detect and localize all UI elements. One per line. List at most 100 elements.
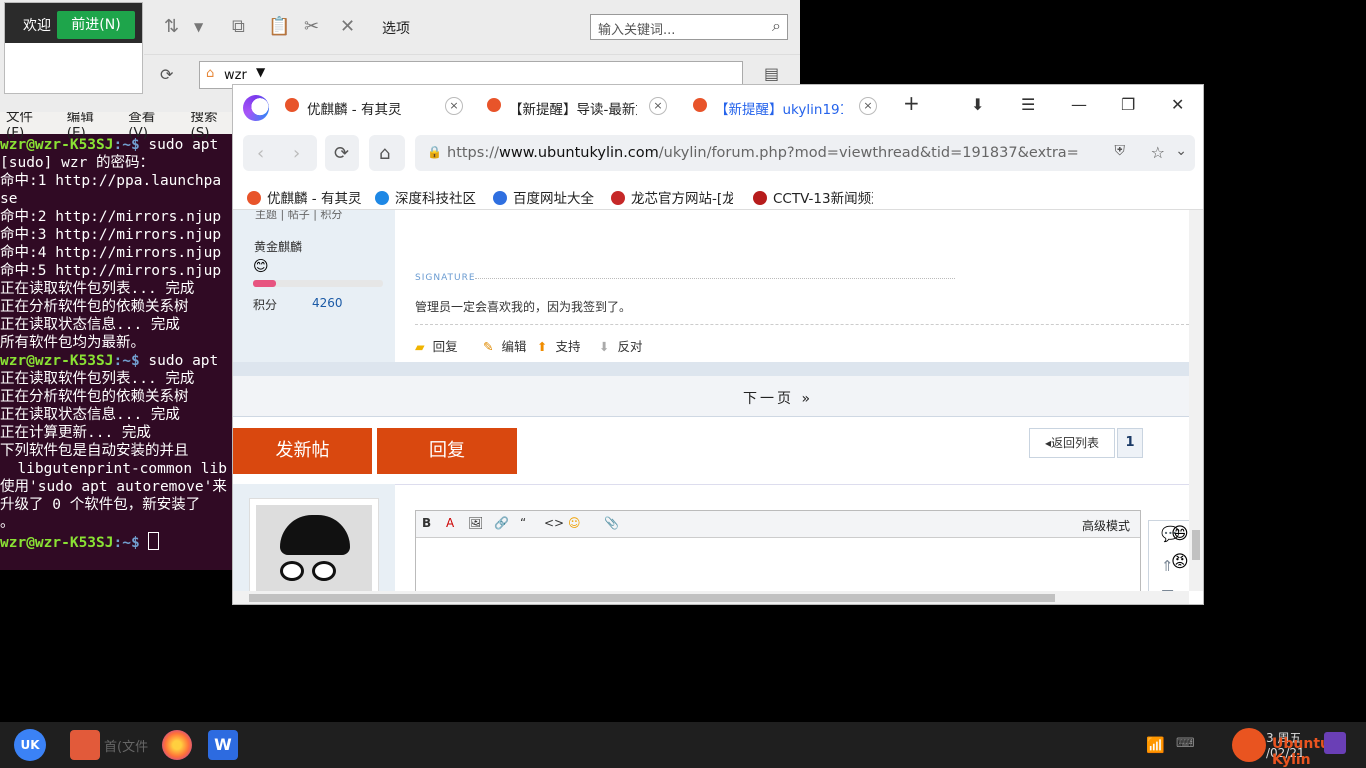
bold-icon[interactable]: B [422,516,431,530]
emoji-icon[interactable]: ☺ [568,516,581,530]
url-domain: www.ubuntukylin.com [498,145,659,161]
copy-icon[interactable]: ⧉ [232,16,245,37]
tab-ukylin-home[interactable]: 优麒麟 - 有其灵 × [279,91,469,127]
avatar-eye [312,561,336,581]
next-page-bar[interactable]: 下一页 » [233,376,1189,417]
vertical-scrollbar[interactable] [1189,210,1203,591]
terminal-output: wzr@wzr-K53SJ:~$ sudo apt [sudo] wzr 的密码：… [0,134,236,551]
address-text: wzr [224,68,247,83]
wifi-icon[interactable]: 📶 [1146,736,1165,754]
url-bar[interactable]: 🔒 https://www.ubuntukylin.com/ukylin/for… [415,135,1195,171]
link-icon[interactable]: 🔗 [494,516,509,530]
terminal-line: 命中:2 http://mirrors.njup [0,209,222,225]
angry-emoticon-icon[interactable]: 😡 [1171,552,1189,572]
window-close-icon[interactable]: ✕ [1171,95,1184,114]
smiley-emoticon-icon[interactable]: 😄 [1171,524,1189,544]
terminal-line: 正在读取软件包列表... 完成 [0,281,195,297]
arrow-up-icon: ⬆ [537,339,548,354]
forward-icon[interactable]: › [293,143,300,164]
tab-forum-guide[interactable]: 【新提醒】导读-最新文 × [481,91,673,127]
chevron-down-icon[interactable]: ⌄ [1175,143,1187,159]
minimize-icon[interactable]: — [1071,95,1087,114]
avatar[interactable] [249,498,379,591]
attachment-icon[interactable]: 📎 [604,516,619,530]
star-icon[interactable]: ☆ [1151,143,1165,162]
reply-editor[interactable]: B A 🖼 🔗 “ <> ☺ 📎 高级模式 [415,510,1141,591]
home-button[interactable]: ⌂ [369,135,405,171]
tab-title: 优麒麟 - 有其灵 [307,102,402,118]
scrollbar-thumb[interactable] [249,594,1055,602]
start-menu-button[interactable]: UK [14,729,46,761]
new-tab-button[interactable]: + [903,91,920,115]
level-progress-fill [253,280,277,287]
oppose-action[interactable]: ⬇ 反对 [599,336,643,355]
prompt-path: :~$ [113,353,140,369]
menu-icon[interactable]: ☰ [1021,95,1035,114]
next-page-link[interactable]: 下一页 » [743,388,813,408]
font-color-icon[interactable]: A [446,516,454,530]
horizontal-scrollbar[interactable] [233,591,1189,604]
actions-divider [415,324,1189,325]
sort-icon[interactable]: ⇅ [164,16,179,37]
image-icon[interactable]: 🖼 [468,516,483,530]
search-icon[interactable]: ⌕ [772,16,781,36]
page-number-current[interactable]: 1 [1117,428,1143,458]
terminal-window[interactable]: 文件(F) 编辑(E) 查看(V) 搜索(S) wzr@wzr-K53SJ:~$… [0,112,236,570]
bookmark-baidu[interactable]: 百度网址大全 [493,187,594,207]
download-icon[interactable]: ⬇ [971,95,984,114]
terminal-line: wzr@wzr-K53SJ:~$ [0,532,236,551]
refresh-icon[interactable]: ⟳ [160,65,173,84]
reply-button[interactable]: 回复 [377,428,517,474]
file-manager-toolbar: ⇅ ▼ ⧉ 📋 ✂ ✕ 选项 输入关键词... ⌕ [144,0,800,55]
chevron-down-icon[interactable]: ▼ [256,65,265,79]
ukylin-favicon-icon [487,98,501,112]
prompt-user: wzr@wzr-K53SJ [0,353,114,369]
avatar-eye [280,561,304,581]
reload-button[interactable]: ⟳ [325,135,359,171]
options-menu[interactable]: 选项 [382,18,410,38]
code-icon[interactable]: <> [544,516,564,530]
brand-label: Ubuntu Kylin [1272,736,1330,768]
restore-icon[interactable]: ❐ [1121,95,1135,114]
close-icon[interactable]: × [649,97,667,115]
back-icon[interactable]: ‹ [257,143,264,164]
show-desktop-icon[interactable] [1324,732,1346,754]
advanced-mode-link[interactable]: 高级模式 [1082,517,1130,534]
reply-action[interactable]: ▰ 回复 [415,336,458,355]
delete-icon[interactable]: ✕ [340,16,355,37]
support-action[interactable]: ⬆ 支持 [537,336,581,355]
pencil-icon: ✎ [483,339,494,354]
firefox-task-icon[interactable] [162,730,192,760]
points-value[interactable]: 4260 [312,296,343,310]
author-name[interactable]: 黄金麒麟 [254,238,302,255]
history-buttons: ‹ › [243,135,317,171]
new-post-button[interactable]: 发新帖 [233,428,372,474]
wps-task-icon[interactable]: W [208,730,238,760]
level-progress-bar [253,280,383,287]
back-to-list-button[interactable]: ◂返回列表 [1029,428,1115,458]
next-button[interactable]: 前进(N) [57,11,135,39]
keyboard-icon[interactable]: ⌨ [1176,736,1195,751]
bookmark-loongson[interactable]: 龙芯官方网站-[龙 [611,187,733,207]
scrollbar-thumb[interactable] [1192,530,1200,560]
welcome-label: 欢迎 [23,18,51,34]
terminal-line: 命中:4 http://mirrors.njup [0,245,222,261]
tab-thread[interactable]: 【新提醒】ukylin1910 × [687,91,883,129]
terminal-line: libgutenprint-common lib [0,461,227,477]
edit-action[interactable]: ✎ 编辑 [483,336,527,355]
quote-icon[interactable]: “ [520,516,526,530]
view-mode-icon[interactable]: ▤ [764,64,779,83]
terminal-line: 正在读取状态信息... 完成 [0,407,180,423]
bookmark-ukylin[interactable]: 优麒麟 - 有其灵 [247,187,361,207]
close-icon[interactable]: × [859,97,877,115]
dropdown-icon[interactable]: ▼ [194,20,203,34]
shield-icon[interactable]: ⛨ [1115,143,1126,159]
bookmark-cctv[interactable]: CCTV-13新闻频道 [753,187,873,207]
paste-icon[interactable]: 📋 [268,16,290,37]
file-manager-task-icon[interactable] [70,730,100,760]
cut-icon[interactable]: ✂ [304,16,319,37]
search-input[interactable]: 输入关键词... ⌕ [590,14,788,40]
bookmark-deepin[interactable]: 深度科技社区 [375,187,476,207]
terminal-menubar: 文件(F) 编辑(E) 查看(V) 搜索(S) [0,112,236,141]
close-icon[interactable]: × [445,97,463,115]
